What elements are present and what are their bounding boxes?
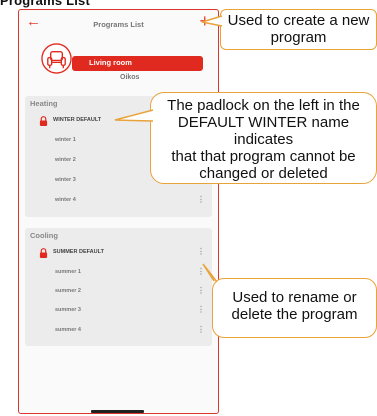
- armchair-icon: [41, 43, 72, 74]
- padlock-icon: [39, 116, 48, 126]
- program-name: winter 4: [55, 197, 76, 203]
- room-subtitle: Oikos: [120, 74, 140, 81]
- program-row[interactable]: summer 1 ⋮: [25, 265, 212, 281]
- more-vertical-icon[interactable]: ⋮: [197, 306, 205, 314]
- program-row[interactable]: summer 2 ⋮: [25, 284, 212, 300]
- padlock-icon: [39, 248, 48, 258]
- program-row[interactable]: summer 3 ⋮: [25, 303, 212, 319]
- page-heading: Programs List: [0, 0, 91, 8]
- home-indicator: [91, 410, 144, 413]
- program-name: winter 1: [55, 137, 76, 143]
- callout-text: DEFAULT WINTER name indicates: [177, 114, 350, 148]
- callout-pointer: [202, 263, 218, 283]
- program-row[interactable]: winter 4 ⋮: [25, 193, 212, 209]
- default-program-row[interactable]: SUMMER DEFAULT ⋮: [25, 245, 212, 261]
- default-program-name: SUMMER DEFAULT: [53, 249, 104, 255]
- more-vertical-icon[interactable]: ⋮: [197, 196, 205, 204]
- section-title: Heating: [30, 99, 58, 108]
- callout-text: delete the program: [231, 306, 358, 323]
- callout-text: Used to create a new: [227, 12, 370, 29]
- callout-pointer: [114, 109, 154, 122]
- callout-kebab: Used to rename or delete the program: [212, 278, 377, 338]
- callout-text: Used to rename or: [232, 289, 357, 306]
- program-row[interactable]: summer 4 ⋮: [25, 323, 212, 339]
- callout-padlock: The padlock on the left in the DEFAULT W…: [150, 92, 377, 184]
- top-bar: ← Programs List +: [19, 10, 218, 38]
- callout-add-program: Used to create a new program: [220, 9, 377, 50]
- program-name: summer 2: [55, 288, 81, 294]
- program-name: winter 3: [55, 177, 76, 183]
- program-name: summer 3: [55, 307, 81, 313]
- default-program-name: WINTER DEFAULT: [53, 117, 102, 123]
- more-vertical-icon[interactable]: ⋮: [197, 326, 205, 334]
- more-vertical-icon[interactable]: ⋮: [197, 287, 205, 295]
- phone-screen: ← Programs List + Living room Oikos Heat…: [18, 9, 219, 414]
- program-name: winter 2: [55, 157, 76, 163]
- cooling-section: Cooling SUMMER DEFAULT ⋮ summer 1 ⋮ summ…: [25, 228, 212, 346]
- callout-text: The padlock on the left in the: [167, 97, 360, 114]
- callout-pointer: [201, 15, 223, 27]
- program-name: summer 1: [55, 269, 81, 275]
- program-name: summer 4: [55, 327, 81, 333]
- room-name: Living room: [89, 58, 132, 67]
- callout-text: program: [270, 29, 327, 46]
- callout-text: changed or deleted: [199, 165, 328, 182]
- callout-text: that that program cannot be: [171, 148, 356, 165]
- section-title: Cooling: [30, 231, 58, 240]
- more-vertical-icon[interactable]: ⋮: [197, 248, 205, 256]
- screen-title: Programs List: [93, 20, 144, 29]
